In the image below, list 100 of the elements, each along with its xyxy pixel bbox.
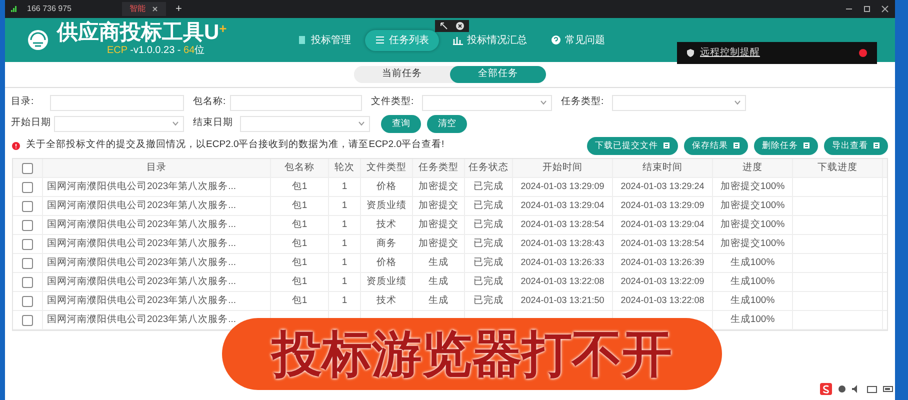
shield-icon bbox=[687, 49, 694, 57]
row-checkbox[interactable] bbox=[22, 182, 33, 192]
document-icon bbox=[663, 142, 670, 149]
table-cell-text: 1 bbox=[342, 294, 348, 308]
table-cell-text: 资质业绩 bbox=[366, 198, 406, 213]
column-header: 包名称 bbox=[271, 159, 329, 177]
action-button[interactable]: 导出查看 bbox=[824, 136, 888, 154]
table-cell-text: 价格 bbox=[376, 256, 396, 270]
chevron-down-icon bbox=[734, 100, 741, 105]
table-cell-text: 已完成 bbox=[474, 218, 504, 232]
dropdown-field[interactable] bbox=[422, 94, 552, 110]
table-cell-text: 生成 bbox=[428, 294, 448, 308]
table-cell-text: 2024-01-03 13:29:24 bbox=[620, 180, 704, 194]
table-cell-text: 2024-01-03 13:28:54 bbox=[520, 218, 604, 232]
column-header: 文件类型 bbox=[361, 159, 413, 177]
new-tab-button[interactable]: + bbox=[176, 0, 182, 18]
table-cell-text: 已完成 bbox=[474, 256, 504, 270]
table-cell-text: 2024-01-03 13:22:09 bbox=[620, 275, 704, 288]
table-cell-text: 已完成 bbox=[474, 198, 504, 213]
table-cell-text: 2024-01-03 13:29:09 bbox=[520, 180, 604, 194]
table-cell-text: 加密提交100% bbox=[720, 218, 785, 232]
row-checkbox[interactable] bbox=[22, 258, 33, 268]
row-checkbox[interactable] bbox=[22, 238, 33, 250]
table-cell-text: 技术 bbox=[376, 218, 396, 232]
chevron-down-icon bbox=[358, 121, 365, 126]
column-header: 下载进度 bbox=[793, 159, 883, 177]
table-cell-text: 加密提交100% bbox=[720, 180, 785, 194]
table-cell-text: 2024-01-03 13:29:09 bbox=[620, 199, 704, 212]
table-cell-text: 1 bbox=[342, 274, 348, 289]
close-icon[interactable] bbox=[881, 5, 889, 13]
table-cell-text: 生成 bbox=[428, 256, 448, 270]
select-all-checkbox[interactable] bbox=[22, 162, 33, 174]
table-cell-text: 生成100% bbox=[730, 256, 775, 270]
maximize-icon[interactable] bbox=[863, 5, 871, 13]
table-cell-text: 加密提交 bbox=[418, 180, 458, 194]
alert-icon bbox=[12, 142, 20, 150]
table-cell-text: 2024-01-03 13:21:50 bbox=[520, 294, 604, 308]
column-header: 进度 bbox=[713, 159, 793, 177]
nav-tab[interactable]: 投标管理 bbox=[286, 30, 361, 50]
list-icon bbox=[374, 35, 385, 45]
table-cell-text: 已完成 bbox=[474, 294, 504, 308]
table-cell-text: 价格 bbox=[376, 180, 396, 194]
browser-tab[interactable]: 智能 bbox=[122, 2, 166, 16]
close-icon[interactable] bbox=[456, 22, 464, 30]
table-cell-text: 2024-01-03 13:22:08 bbox=[620, 294, 704, 308]
row-checkbox[interactable] bbox=[22, 314, 33, 326]
chevron-down-icon bbox=[540, 100, 547, 105]
table-cell-text: 国网河南濮阳供电公司2023年第八次服务... bbox=[47, 294, 236, 308]
column-header: 目录 bbox=[43, 159, 271, 177]
table-cell-text: 包1 bbox=[292, 294, 308, 308]
column-header: 任务类型 bbox=[413, 159, 465, 177]
field-label: 目录: bbox=[11, 95, 35, 110]
table-cell-text: 加密提交100% bbox=[720, 198, 785, 213]
action-button[interactable]: 下载已提交文件 bbox=[587, 136, 678, 154]
action-button[interactable]: 保存结果 bbox=[684, 136, 748, 154]
document-icon bbox=[873, 142, 880, 149]
action-button[interactable]: 删除任务 bbox=[754, 136, 818, 154]
nav-tab[interactable]: 任务列表 bbox=[364, 30, 439, 50]
dropdown-field[interactable] bbox=[612, 94, 746, 110]
table-cell-text: 1 bbox=[342, 256, 348, 270]
table-cell-text: 国网河南濮阳供电公司2023年第八次服务... bbox=[47, 236, 236, 251]
table-cell-text: 包1 bbox=[292, 236, 308, 251]
close-icon[interactable] bbox=[152, 6, 158, 12]
table-cell-text: 2024-01-03 13:22:08 bbox=[520, 275, 604, 288]
signal-icon bbox=[11, 6, 17, 12]
dropdown-field[interactable] bbox=[54, 116, 184, 132]
nav-tab[interactable]: 投标情况汇总 bbox=[442, 30, 537, 50]
table-cell-text: 包1 bbox=[292, 180, 308, 194]
query-button[interactable]: 清空 bbox=[427, 114, 467, 132]
table-cell-text: 包1 bbox=[292, 274, 308, 289]
document-icon bbox=[733, 142, 740, 149]
table-cell-text: 包1 bbox=[292, 218, 308, 232]
table-cell-text: 国网河南濮阳供电公司2023年第八次服务... bbox=[47, 256, 236, 270]
document-icon bbox=[296, 35, 307, 45]
query-button[interactable]: 查询 bbox=[381, 114, 421, 132]
input-field[interactable] bbox=[50, 94, 184, 110]
table-cell-text: 加密提交 bbox=[418, 198, 458, 213]
table-cell-text: 生成100% bbox=[730, 312, 775, 327]
input-field[interactable] bbox=[230, 94, 362, 110]
field-label: 文件类型: bbox=[371, 95, 415, 110]
table-cell-text: 已完成 bbox=[474, 274, 504, 289]
caller-id: 166 736 975 bbox=[27, 3, 72, 15]
row-checkbox[interactable] bbox=[22, 296, 33, 306]
table-cell-text: 技术 bbox=[376, 294, 396, 308]
field-label: 开始日期 bbox=[11, 116, 51, 130]
nav-tab[interactable]: 常见问题 bbox=[540, 30, 615, 50]
resize-icon[interactable] bbox=[440, 22, 448, 30]
table-cell-text: 包1 bbox=[292, 256, 308, 270]
column-header: 轮次 bbox=[329, 159, 361, 177]
logo-icon bbox=[27, 29, 49, 51]
row-checkbox[interactable] bbox=[22, 220, 33, 230]
app-title: 供应商投标工具U+ bbox=[57, 22, 227, 43]
row-checkbox[interactable] bbox=[22, 200, 33, 212]
table-cell-text: 国网河南濮阳供电公司2023年第八次服务... bbox=[47, 218, 236, 232]
table-cell-text: 国网河南濮阳供电公司2023年第八次服务... bbox=[47, 274, 236, 289]
table-cell-text: 2024-01-03 13:28:43 bbox=[520, 237, 604, 250]
row-checkbox[interactable] bbox=[22, 276, 33, 288]
dropdown-field[interactable] bbox=[240, 116, 370, 132]
table-cell-text: 包1 bbox=[292, 198, 308, 213]
view-tab[interactable]: 全部任务 bbox=[450, 66, 546, 83]
